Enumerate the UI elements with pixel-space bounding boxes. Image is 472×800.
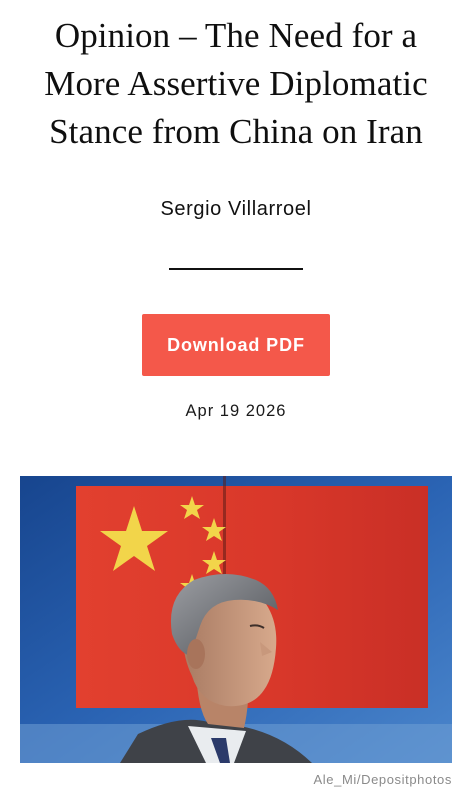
article-title: Opinion – The Need for a More Assertive …	[44, 16, 428, 151]
image-credit: Ale_Mi/Depositphotos	[313, 772, 452, 787]
publish-date: Apr 19 2026	[185, 402, 287, 420]
featured-image	[20, 476, 452, 763]
author-name[interactable]: Sergio Villarroel	[0, 198, 472, 221]
article-header: Opinion – The Need for a More Assertive …	[0, 0, 472, 156]
download-pdf-button[interactable]: Download PDF	[142, 314, 330, 376]
title-divider	[169, 268, 303, 270]
featured-photo-illustration	[20, 476, 452, 763]
